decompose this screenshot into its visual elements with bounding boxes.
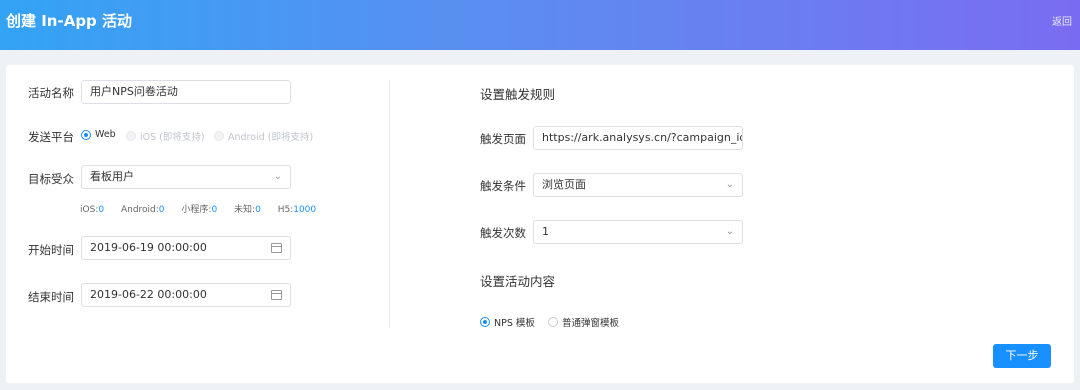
- header-bar: 创建 In-App 活动 返回: [0, 0, 1080, 50]
- start-time-picker[interactable]: 2019-06-19 00:00:00: [81, 236, 291, 260]
- radio-popup-dot: [548, 317, 558, 327]
- stat-android-value: 0: [158, 205, 165, 215]
- column-divider: [389, 80, 390, 328]
- rules-section-title: 设置触发规则: [480, 87, 556, 102]
- radio-web-label: Web: [95, 129, 116, 140]
- end-time-label: 结束时间: [28, 290, 74, 304]
- radio-android-label: Android (即将支持): [228, 132, 314, 143]
- activity-name-label: 活动名称: [28, 86, 74, 100]
- radio-nps-label: NPS 模板: [494, 318, 535, 329]
- radio-android: Android (即将支持): [214, 129, 313, 143]
- radio-web-dot: [81, 129, 91, 140]
- stat-h5-key: H5:: [277, 205, 294, 215]
- radio-ios-label: iOS (即将支持): [140, 132, 205, 143]
- content-section-title: 设置活动内容: [480, 274, 556, 289]
- activity-name-input[interactable]: 用户NPS问卷活动: [81, 80, 291, 104]
- audience-select-value: 看板用户: [90, 170, 134, 183]
- platform-label: 发送平台: [28, 130, 74, 144]
- end-time-value: 2019-06-22 00:00:00: [90, 288, 207, 301]
- radio-android-dot: [214, 131, 224, 141]
- radio-web[interactable]: Web: [81, 129, 116, 140]
- calendar-icon: [271, 290, 282, 300]
- audience-select[interactable]: 看板用户 ⌄: [81, 165, 291, 189]
- trigger-page-input[interactable]: https://ark.analysys.cn/?campaign_id=100: [533, 126, 743, 150]
- radio-popup-label: 普通弹窗模板: [562, 318, 620, 329]
- stat-h5-value: 1000: [293, 205, 317, 215]
- radio-ios: iOS (即将支持): [126, 129, 205, 143]
- chevron-down-icon: ⌄: [273, 171, 282, 182]
- stat-miniprogram-key: 小程序:: [181, 205, 212, 215]
- start-time-value: 2019-06-19 00:00:00: [90, 241, 207, 254]
- trigger-count-label: 触发次数: [480, 226, 526, 240]
- stat-unknown-key: 未知:: [234, 205, 256, 215]
- start-time-label: 开始时间: [28, 243, 74, 257]
- radio-popup-template[interactable]: 普通弹窗模板: [548, 315, 619, 329]
- trigger-condition-select[interactable]: 浏览页面 ⌄: [533, 173, 743, 197]
- stat-miniprogram-value: 0: [211, 205, 218, 215]
- back-link[interactable]: 返回: [1052, 13, 1072, 28]
- next-step-button[interactable]: 下一步: [993, 344, 1051, 368]
- stat-android-key: Android:: [120, 205, 159, 215]
- stat-ios-value: 0: [98, 205, 105, 215]
- trigger-condition-value: 浏览页面: [542, 178, 586, 191]
- radio-nps-template[interactable]: NPS 模板: [480, 315, 535, 329]
- calendar-icon: [271, 243, 282, 253]
- trigger-condition-label: 触发条件: [480, 179, 526, 193]
- end-time-picker[interactable]: 2019-06-22 00:00:00: [81, 283, 291, 307]
- page-title: 创建 In-App 活动: [6, 12, 133, 30]
- radio-ios-dot: [126, 131, 136, 141]
- audience-stats: iOS:0 Android:0 小程序:0 未知:0 H5:1000: [80, 202, 330, 215]
- trigger-count-select[interactable]: 1 ⌄: [533, 220, 743, 244]
- stat-ios-key: iOS:: [80, 205, 99, 215]
- trigger-count-value: 1: [542, 225, 549, 238]
- chevron-down-icon: ⌄: [725, 179, 734, 190]
- trigger-page-label: 触发页面: [480, 132, 526, 146]
- radio-nps-dot: [480, 317, 490, 327]
- chevron-down-icon: ⌄: [725, 226, 734, 237]
- audience-label: 目标受众: [28, 172, 74, 186]
- stat-unknown-value: 0: [255, 205, 261, 215]
